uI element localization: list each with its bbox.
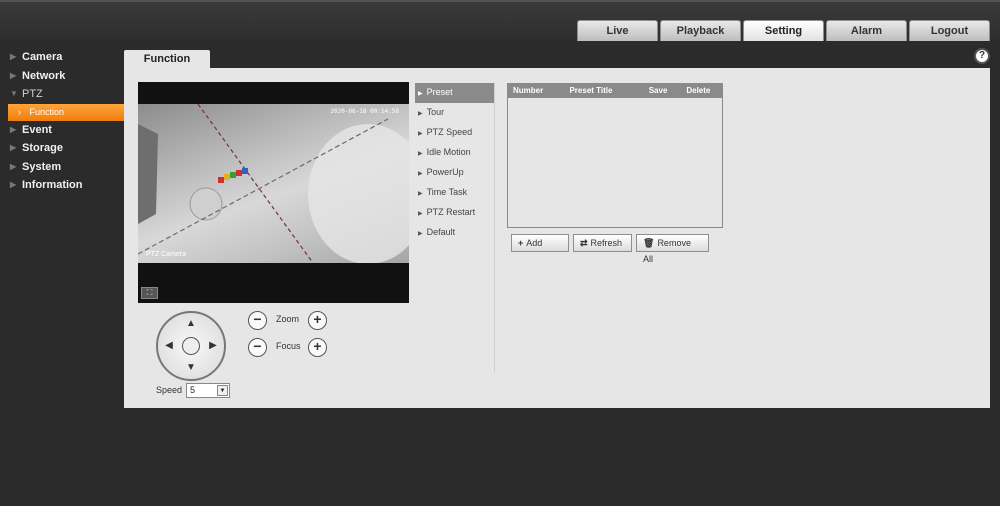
triangle-right-icon: ▶ xyxy=(418,131,423,137)
expand-arrow-icon: ▶ xyxy=(10,180,17,189)
refresh-icon: ⇄ xyxy=(580,238,588,248)
sidebar-item-event[interactable]: ▶ Event xyxy=(0,121,124,140)
focus-label: Focus xyxy=(276,341,301,351)
video-preview[interactable]: 2020-06-18 00:14:58 PTZ Camera ⛶ xyxy=(138,82,409,303)
tab-logout[interactable]: Logout xyxy=(909,20,990,41)
sidebar-item-label: System xyxy=(22,160,62,173)
main-panel: 2020-06-18 00:14:58 PTZ Camera ⛶ ▲ ▼ ◀ ▶… xyxy=(124,68,990,408)
top-tabs: Live Playback Setting Alarm Logout xyxy=(577,20,990,41)
scene-drawing xyxy=(138,103,409,264)
table-header: Number Preset Title Save Delete xyxy=(508,84,722,98)
trash-icon: 🗑 xyxy=(643,238,655,248)
triangle-right-icon: ▶ xyxy=(418,151,423,157)
zoom-out-button[interactable]: − xyxy=(248,311,267,330)
help-icon[interactable]: ? xyxy=(974,48,990,64)
sidebar-item-label: Network xyxy=(22,69,66,82)
sidebar-item-storage[interactable]: ▶ Storage xyxy=(0,139,124,158)
tab-live[interactable]: Live xyxy=(577,20,658,41)
sidebar-subitem-label: Function xyxy=(29,106,65,117)
menu-item-powerup[interactable]: ▶ PowerUp xyxy=(415,163,494,183)
sidebar-item-label: Information xyxy=(22,179,83,191)
speed-label: Speed xyxy=(156,385,183,395)
focus-plus-button[interactable]: + xyxy=(308,338,327,357)
menu-item-label: Preset xyxy=(426,87,453,97)
ptz-function-menu: ▶ Preset ▶ Tour ▶ PTZ Speed ▶ Idle Motion ▶ P… xyxy=(415,83,495,372)
tab-playback[interactable]: Playback xyxy=(660,20,741,41)
sidebar-item-label: PTZ xyxy=(22,88,43,100)
menu-item-label: Default xyxy=(426,227,456,237)
expand-arrow-icon: ▶ xyxy=(10,124,17,134)
column-header-delete: Delete xyxy=(686,86,711,95)
tab-alarm[interactable]: Alarm xyxy=(826,20,907,41)
expand-arrow-icon: ▶ xyxy=(10,143,17,152)
sidebar-item-camera[interactable]: ▶ Camera xyxy=(0,48,124,67)
refresh-button-label: Refresh xyxy=(590,238,623,248)
sidebar: ▶ Camera ▶ Network ▼ PTZ › Function ▶ Ev… xyxy=(0,48,124,195)
menu-item-preset[interactable]: ▶ Preset xyxy=(415,83,494,103)
sidebar-item-label: Camera xyxy=(22,51,63,63)
zoom-label: Zoom xyxy=(276,314,300,324)
column-header-save: Save xyxy=(648,86,668,95)
focus-minus-button[interactable]: − xyxy=(248,338,267,357)
direction-pad-center[interactable] xyxy=(182,337,200,355)
sidebar-item-information[interactable]: ▶ Information xyxy=(0,176,124,195)
sidebar-item-label: Event xyxy=(22,123,52,136)
fullscreen-icon[interactable]: ⛶ xyxy=(141,287,158,299)
triangle-right-icon: ▶ xyxy=(418,211,423,217)
chevron-down-icon: ▼ xyxy=(217,385,228,396)
sidebar-item-label: Storage xyxy=(22,142,63,154)
chevron-right-icon: › xyxy=(18,106,21,117)
arrow-right-icon[interactable]: ▶ xyxy=(206,339,220,353)
collapse-arrow-icon: ▼ xyxy=(10,89,18,98)
sidebar-subitem-function[interactable]: › Function xyxy=(8,103,124,121)
menu-item-label: Time Task xyxy=(426,187,468,197)
menu-item-label: PTZ Restart xyxy=(426,207,476,217)
triangle-right-icon: ▶ xyxy=(418,191,423,197)
video-channel-name: PTZ Camera xyxy=(146,251,187,258)
camera-image: 2020-06-18 00:14:58 PTZ Camera xyxy=(138,103,409,264)
top-bar: Live Playback Setting Alarm Logout xyxy=(0,0,1000,41)
menu-item-label: PTZ Speed xyxy=(426,127,473,137)
triangle-right-icon: ▶ xyxy=(418,111,423,117)
tab-setting[interactable]: Setting xyxy=(743,20,824,41)
speed-value: 5 xyxy=(190,385,196,395)
video-timestamp: 2020-06-18 00:14:58 xyxy=(330,108,399,115)
column-header-preset-title: Preset Title xyxy=(569,86,613,95)
zoom-in-button[interactable]: + xyxy=(308,311,327,330)
direction-pad[interactable]: ▲ ▼ ◀ ▶ xyxy=(156,311,226,381)
add-button[interactable]: + Add xyxy=(511,234,569,252)
menu-item-label: PowerUp xyxy=(426,167,464,177)
arrow-up-icon[interactable]: ▲ xyxy=(184,317,198,331)
arrow-down-icon[interactable]: ▼ xyxy=(184,361,198,375)
menu-item-label: Idle Motion xyxy=(426,147,471,157)
preset-table: Number Preset Title Save Delete xyxy=(507,83,723,228)
expand-arrow-icon: ▶ xyxy=(10,52,17,61)
menu-item-ptz-speed[interactable]: ▶ PTZ Speed xyxy=(415,123,494,143)
sidebar-item-ptz[interactable]: ▼ PTZ xyxy=(0,85,124,104)
menu-item-ptz-restart[interactable]: ▶ PTZ Restart xyxy=(415,203,494,223)
expand-arrow-icon: ▶ xyxy=(10,161,17,171)
speed-select[interactable]: 5 ▼ xyxy=(186,383,230,398)
menu-item-default[interactable]: ▶ Default xyxy=(415,223,494,243)
content-tab-function[interactable]: Function xyxy=(124,50,210,69)
column-header-number: Number xyxy=(513,86,544,95)
triangle-right-icon: ▶ xyxy=(418,231,423,237)
refresh-button[interactable]: ⇄ Refresh xyxy=(573,234,632,252)
sidebar-item-network[interactable]: ▶ Network xyxy=(0,67,124,86)
menu-item-label: Tour xyxy=(426,107,445,117)
triangle-right-icon: ▶ xyxy=(418,171,423,177)
triangle-right-icon: ▶ xyxy=(418,91,423,97)
remove-all-button[interactable]: 🗑 Remove All xyxy=(636,234,709,264)
arrow-left-icon[interactable]: ◀ xyxy=(162,339,176,353)
menu-item-idle-motion[interactable]: ▶ Idle Motion xyxy=(415,143,494,163)
menu-item-tour[interactable]: ▶ Tour xyxy=(415,103,494,123)
add-button-label: Add xyxy=(526,238,543,248)
preset-actions: + Add ⇄ Refresh 🗑 Remove All xyxy=(511,234,709,264)
sidebar-item-system[interactable]: ▶ System xyxy=(0,158,124,177)
plus-icon: + xyxy=(518,238,524,248)
menu-item-time-task[interactable]: ▶ Time Task xyxy=(415,183,494,203)
expand-arrow-icon: ▶ xyxy=(10,70,17,80)
